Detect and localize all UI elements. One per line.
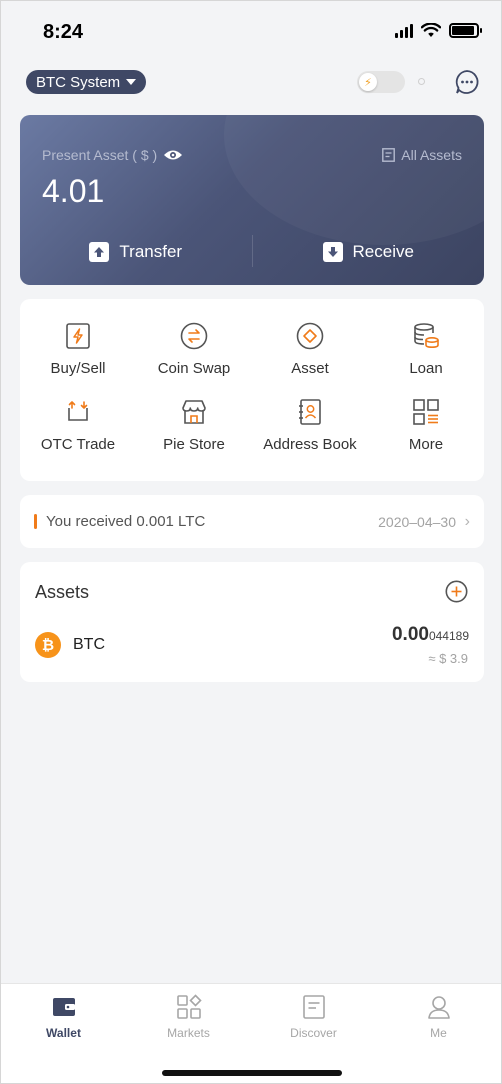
menu-label-more: More [408, 436, 444, 453]
coin-amount-rest: 044189 [428, 629, 469, 643]
notification-text: You received 0.001 LTC [46, 513, 206, 530]
notification-date: 2020–04–30 [378, 514, 456, 530]
markets-icon [176, 994, 202, 1019]
lightning-icon: ⚡ [359, 73, 377, 91]
exchange-icon [68, 401, 88, 421]
wallet-icon [52, 998, 75, 1016]
asset-card: Present Asset ( $ ) All Assets 4.01 Tran… [20, 115, 484, 285]
menu-label-coin-swap: Coin Swap [157, 360, 231, 377]
tab-markets[interactable]: Markets [126, 994, 251, 1040]
battery-icon [449, 23, 482, 38]
tab-wallet[interactable]: Wallet [1, 994, 126, 1040]
coin-name: BTC [73, 636, 105, 653]
status-icons [395, 23, 482, 38]
battery-level [452, 26, 474, 35]
wallet-screen: 8:24 BTC System ⚡ Present Asset ($) Al… [0, 0, 502, 1084]
tab-label-discover: Discover [290, 1026, 337, 1040]
menu-label-pie-store: Pie Store [163, 436, 225, 453]
present-asset-text: Present Asset ( $ ) [42, 147, 158, 163]
tab-discover[interactable]: Discover [251, 994, 376, 1040]
menu-label-asset: Asset [291, 360, 329, 377]
lightning-bolt-icon [66, 323, 90, 349]
status-bar: 8:24 [1, 1, 501, 61]
coin-fiat-value: ≈ $ 3.9 [428, 651, 468, 666]
chat-bubble-icon[interactable] [454, 69, 480, 95]
diamond-icon [296, 322, 324, 350]
card-actions: Transfer Receive [20, 235, 484, 269]
notification-banner[interactable]: You received 0.001 LTC 2020–04–30 › [20, 495, 484, 548]
privacy-toggle[interactable]: ⚡ [357, 71, 405, 93]
system-selector-label: BTC System [36, 73, 121, 91]
download-icon [322, 242, 343, 262]
bitcoin-icon: ₿ [35, 632, 61, 658]
wifi-icon [421, 23, 441, 37]
menu-item-coin-swap[interactable]: Coin Swap [136, 321, 252, 377]
transfer-label: Transfer [119, 242, 183, 261]
assets-title: Assets [35, 582, 90, 602]
notification-accent-bar [34, 514, 37, 529]
tab-label-markets: Markets [167, 1026, 210, 1040]
indicator-dot [418, 78, 425, 85]
menu-item-asset[interactable]: Asset [252, 321, 368, 377]
menu-item-pie-store[interactable]: Pie Store [136, 397, 252, 453]
menu-label-loan: Loan [409, 360, 443, 377]
menu-item-buy-sell[interactable]: Buy/Sell [20, 321, 136, 377]
all-assets-label: All Assets [401, 147, 462, 163]
tab-bar: Wallet Markets Discover Me [1, 983, 501, 1083]
menu-item-address-book[interactable]: Address Book [252, 397, 368, 453]
eye-icon[interactable] [163, 149, 183, 161]
system-selector[interactable]: BTC System [26, 70, 147, 94]
chevron-right-icon: › [464, 513, 470, 530]
coin-stack-icon [414, 323, 439, 349]
tab-label-me: Me [430, 1026, 447, 1040]
menu-item-more[interactable]: More [368, 397, 484, 453]
contact-book-icon [299, 399, 321, 425]
upload-icon [89, 242, 110, 262]
caret-down-icon [126, 79, 137, 85]
assets-section: Assets ₿ BTC 0.00044189 ≈ $ 3.9 [20, 562, 484, 682]
swap-arrows-icon [180, 322, 208, 350]
present-asset-label: Present Asset ( $ ) [42, 147, 183, 163]
menu-label-buy-sell: Buy/Sell [50, 360, 106, 377]
user-icon [427, 996, 450, 1019]
menu-item-loan[interactable]: Loan [368, 321, 484, 377]
tab-label-wallet: Wallet [46, 1026, 81, 1040]
document-icon [382, 148, 396, 162]
coin-amount: 0.00044189 [392, 624, 469, 646]
menu-item-otc-trade[interactable]: OTC Trade [20, 397, 136, 453]
asset-row-btc[interactable]: ₿ BTC 0.00044189 ≈ $ 3.9 [20, 620, 484, 676]
menu-label-otc-trade: OTC Trade [40, 436, 116, 453]
tab-me[interactable]: Me [376, 994, 501, 1040]
all-assets-link[interactable]: All Assets [382, 147, 462, 163]
home-indicator[interactable] [162, 1070, 342, 1076]
coin-amount-main: 0.00 [391, 624, 429, 645]
store-icon [182, 400, 206, 424]
transfer-button[interactable]: Transfer [20, 235, 252, 269]
cellular-signal-icon [395, 23, 413, 38]
present-asset-value: 4.01 [42, 173, 105, 209]
grid-icon [413, 399, 439, 425]
add-asset-icon[interactable] [445, 580, 468, 603]
function-menu: Buy/Sell Coin Swap Asset Loan OTC Trade … [20, 299, 484, 481]
menu-label-address-book: Address Book [263, 436, 357, 453]
discover-icon [302, 995, 325, 1019]
receive-button[interactable]: Receive [253, 235, 485, 269]
status-time: 8:24 [43, 21, 84, 43]
receive-label: Receive [352, 242, 414, 261]
